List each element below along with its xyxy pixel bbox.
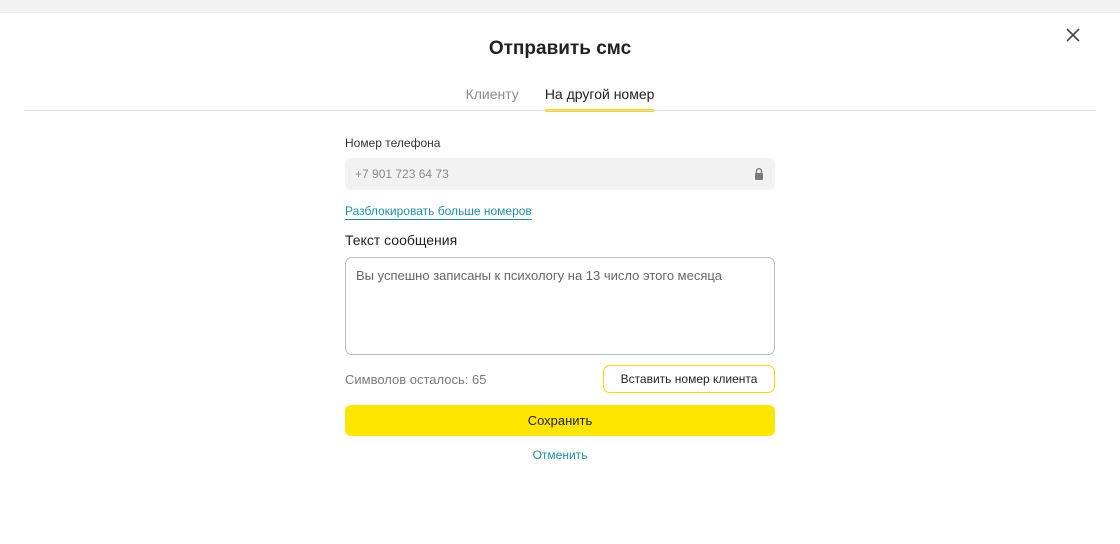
message-footer-row: Символов осталось: 65 Вставить номер кли… [345,365,775,393]
lock-icon [755,168,763,180]
dialog-title: Отправить смс [488,38,632,59]
sms-form: Номер телефона +7 901 723 64 73 Разблоки… [345,136,775,462]
phone-field[interactable]: +7 901 723 64 73 [345,158,775,190]
phone-label: Номер телефона [345,136,441,150]
page-top-strip [0,0,1120,13]
save-button[interactable]: Сохранить [345,405,775,436]
chars-remaining: Символов осталось: 65 [345,371,487,387]
insert-client-number-button[interactable]: Вставить номер клиента [603,365,775,393]
tab-client[interactable]: Клиенту [466,86,519,112]
tab-other-number[interactable]: На другой номер [544,86,655,112]
unlock-more-numbers-link[interactable]: Разблокировать больше номеров [345,204,532,220]
message-label: Текст сообщения [345,232,458,248]
phone-value: +7 901 723 64 73 [355,167,449,181]
message-textarea[interactable]: Вы успешно записаны к психологу на 13 чи… [345,257,775,355]
tab-bar: Клиенту На другой номер [0,86,1120,112]
tabs-divider [24,110,1096,111]
cancel-link[interactable]: Отменить [345,448,775,462]
